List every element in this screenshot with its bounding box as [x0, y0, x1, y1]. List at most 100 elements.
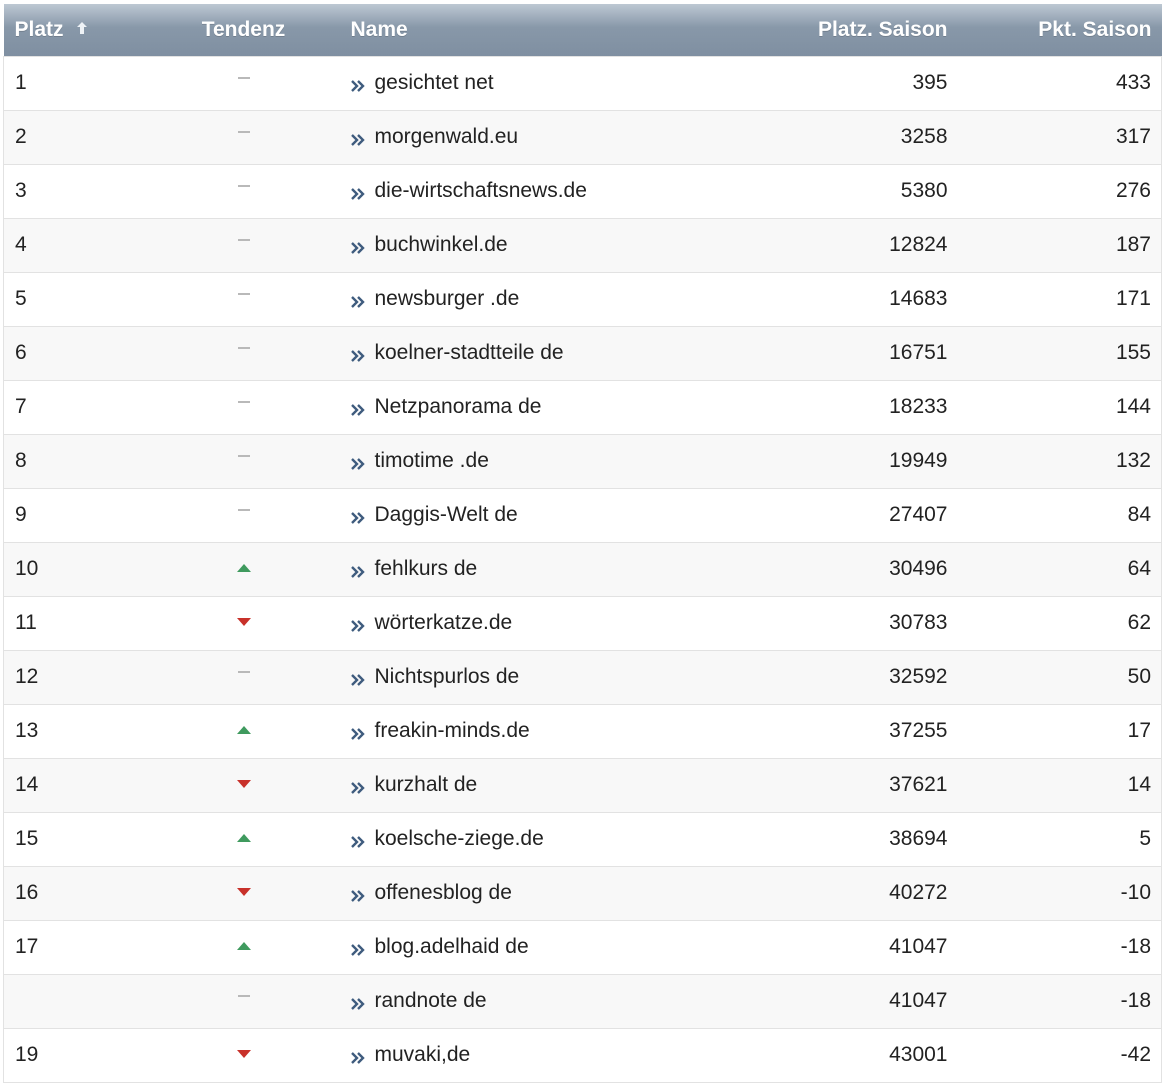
site-name-link[interactable]: Nichtspurlos de: [375, 665, 520, 688]
cell-tendenz: [163, 703, 324, 759]
header-platz-saison-label: Platz. Saison: [817, 17, 948, 41]
double-chevron-right-icon: [350, 512, 365, 524]
cell-platz-saison: 41047: [713, 919, 964, 975]
cell-name: koelner-stadtteile de: [323, 325, 714, 381]
cell-pkt-saison: 276: [963, 163, 1162, 219]
table-row: 5 newsburger .de 14683 171: [3, 271, 1162, 327]
table-header: Platz Tendenz Name Platz. Saison Pkt. Sa…: [3, 4, 1162, 56]
site-name-link[interactable]: randnote de: [375, 989, 487, 1012]
cell-tendenz: [163, 973, 324, 1029]
cell-tendenz: [163, 487, 324, 543]
cell-pkt-saison: 62: [963, 595, 1162, 651]
cell-tendenz: [163, 757, 324, 813]
cell-pkt-saison: 317: [963, 109, 1162, 165]
header-name[interactable]: Name: [324, 4, 714, 56]
cell-platz: 3: [3, 163, 164, 219]
site-name-link[interactable]: wörterkatze.de: [375, 611, 513, 634]
cell-tendenz: [163, 541, 324, 597]
table-row: 17 blog.adelhaid de 41047 -18: [3, 919, 1162, 975]
cell-tendenz: [163, 919, 324, 975]
cell-tendenz: [163, 379, 324, 435]
cell-tendenz: [163, 595, 324, 651]
cell-pkt-saison: 17: [963, 703, 1162, 759]
cell-name: Netzpanorama de: [323, 379, 714, 435]
cell-platz-saison: 41047: [713, 973, 964, 1029]
site-name-link[interactable]: buchwinkel.de: [375, 233, 508, 256]
double-chevron-right-icon: [350, 80, 365, 92]
cell-platz: 19: [3, 1027, 164, 1083]
cell-platz: 9: [3, 487, 164, 543]
trend-unchanged-icon: [237, 509, 250, 512]
cell-name: die-wirtschaftsnews.de: [323, 163, 714, 219]
header-platz-saison[interactable]: Platz. Saison: [714, 4, 964, 56]
trend-down-icon: [236, 888, 251, 897]
cell-tendenz: [163, 109, 324, 165]
table-row: 8 timotime .de 19949 132: [3, 433, 1162, 489]
cell-tendenz: [163, 649, 324, 705]
cell-platz-saison: 32592: [713, 649, 964, 705]
double-chevron-right-icon: [350, 458, 365, 470]
cell-platz-saison: 30496: [713, 541, 964, 597]
cell-pkt-saison: 433: [963, 55, 1162, 111]
cell-platz-saison: 38694: [713, 811, 964, 867]
cell-name: koelsche-ziege.de: [323, 811, 714, 867]
cell-platz: 14: [3, 757, 164, 813]
double-chevron-right-icon: [350, 998, 365, 1010]
site-name-link[interactable]: koelsche-ziege.de: [375, 827, 544, 850]
table-row: 14 kurzhalt de 37621 14: [3, 757, 1162, 813]
site-name-link[interactable]: Netzpanorama de: [375, 395, 542, 418]
cell-pkt-saison: -18: [963, 919, 1162, 975]
sort-ascending-arrow-icon[interactable]: [76, 21, 88, 35]
header-tendenz[interactable]: Tendenz: [164, 4, 324, 56]
cell-platz: 8: [3, 433, 164, 489]
cell-platz: 11: [3, 595, 164, 651]
site-name-link[interactable]: koelner-stadtteile de: [375, 341, 564, 364]
header-pkt-saison-label: Pkt. Saison: [1038, 17, 1152, 41]
trend-unchanged-icon: [237, 185, 250, 188]
cell-platz: [3, 973, 164, 1029]
trend-unchanged-icon: [237, 239, 250, 242]
site-name-link[interactable]: gesichtet net: [375, 71, 494, 94]
double-chevron-right-icon: [350, 620, 365, 632]
header-platz[interactable]: Platz: [4, 4, 164, 56]
site-name-link[interactable]: muvaki,de: [375, 1043, 471, 1066]
trend-unchanged-icon: [237, 995, 250, 998]
site-name-link[interactable]: offenesblog de: [375, 881, 512, 904]
site-name-link[interactable]: fehlkurs de: [375, 557, 478, 580]
cell-platz-saison: 30783: [713, 595, 964, 651]
table-row: 6 koelner-stadtteile de 16751 155: [3, 325, 1162, 381]
site-name-link[interactable]: morgenwald.eu: [375, 125, 519, 148]
trend-unchanged-icon: [237, 77, 250, 80]
site-name-link[interactable]: newsburger .de: [375, 287, 520, 310]
double-chevron-right-icon: [350, 674, 365, 686]
double-chevron-right-icon: [350, 404, 365, 416]
cell-platz-saison: 14683: [713, 271, 964, 327]
table-row: 3 die-wirtschaftsnews.de 5380 276: [3, 163, 1162, 219]
site-name-link[interactable]: die-wirtschaftsnews.de: [375, 179, 587, 202]
cell-platz: 15: [3, 811, 164, 867]
cell-name: freakin-minds.de: [323, 703, 714, 759]
double-chevron-right-icon: [350, 296, 365, 308]
trend-down-icon: [236, 1050, 251, 1059]
cell-tendenz: [163, 163, 324, 219]
double-chevron-right-icon: [350, 134, 365, 146]
cell-tendenz: [163, 271, 324, 327]
double-chevron-right-icon: [350, 350, 365, 362]
header-pkt-saison[interactable]: Pkt. Saison: [964, 4, 1162, 56]
site-name-link[interactable]: Daggis-Welt de: [375, 503, 518, 526]
site-name-link[interactable]: timotime .de: [375, 449, 489, 472]
site-name-link[interactable]: kurzhalt de: [375, 773, 478, 796]
cell-platz: 10: [3, 541, 164, 597]
cell-name: blog.adelhaid de: [323, 919, 714, 975]
cell-platz: 13: [3, 703, 164, 759]
cell-name: offenesblog de: [323, 865, 714, 921]
table-row: randnote de 41047 -18: [3, 973, 1162, 1029]
cell-name: buchwinkel.de: [323, 217, 714, 273]
site-name-link[interactable]: freakin-minds.de: [375, 719, 530, 742]
site-name-link[interactable]: blog.adelhaid de: [375, 935, 529, 958]
cell-pkt-saison: 132: [963, 433, 1162, 489]
table-row: 16 offenesblog de 40272 -10: [3, 865, 1162, 921]
trend-unchanged-icon: [237, 671, 250, 674]
cell-tendenz: [163, 433, 324, 489]
cell-platz-saison: 16751: [713, 325, 964, 381]
